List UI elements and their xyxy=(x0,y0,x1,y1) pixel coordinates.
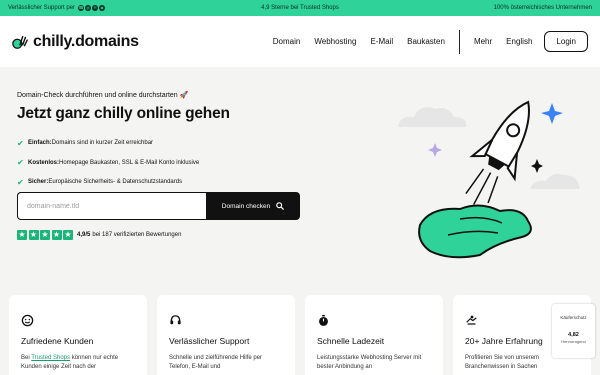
domain-search-input[interactable] xyxy=(17,192,206,220)
feature-list: ✔ Einfach: Domains sind in kurzer Zeit e… xyxy=(17,138,199,197)
sparkle-icon xyxy=(541,103,563,124)
cloud-icon xyxy=(530,173,580,189)
headset-icon xyxy=(170,314,181,324)
nav-email[interactable]: E-Mail xyxy=(370,37,393,46)
phone-icon: ☎ xyxy=(78,5,85,11)
feature-text: Europäische Sicherheits- & Datenschutzst… xyxy=(48,179,183,185)
feature-item: ✔ Sicher: Europäische Sicherheits- & Dat… xyxy=(17,177,199,187)
check-icon: ✔ xyxy=(17,138,24,148)
star-icon: ★ xyxy=(63,230,73,240)
badge-label: Hervorragend xyxy=(561,339,586,344)
chat-icon: ✉ xyxy=(92,5,99,11)
nav-mehr[interactable]: Mehr xyxy=(474,37,492,46)
trusted-shops-text: 4,9 Sterne bei Trusted Shops xyxy=(261,5,339,11)
feature-text: Domains sind in kurzer Zeit erreichbar xyxy=(51,140,154,146)
cloud-icon xyxy=(398,107,467,127)
nav-divider xyxy=(458,29,460,54)
rating-stars: ★ ★ ★ ★ ★ xyxy=(17,230,73,240)
mail-icon: @ xyxy=(85,5,92,11)
star-icon: ★ xyxy=(51,230,62,240)
domain-check-label: Domain checken xyxy=(221,202,271,210)
hero-section: Domain-Check durchführen und online durc… xyxy=(0,67,600,287)
logo-text: chilly.domains xyxy=(33,32,139,50)
nav-baukasten[interactable]: Baukasten xyxy=(407,37,445,46)
payment-icons: ☎ @ ✉ ◉ xyxy=(78,5,106,11)
rating-row: ★ ★ ★ ★ ★ 4,9/5 bei 187 verifizierten Be… xyxy=(17,230,181,240)
card-happy-customers: Zufriedene Kunden Bei Trusted Shops könn… xyxy=(9,295,147,375)
check-icon: ✔ xyxy=(17,177,24,187)
badge-value: 4,82 xyxy=(568,332,579,338)
card-text: Bei Trusted Shops können nur echte Kunde… xyxy=(21,355,119,370)
smiley-icon xyxy=(21,314,34,326)
card-text: Schnelle und zielführende Hilfe per Tele… xyxy=(169,355,263,370)
domain-search: Domain checken xyxy=(17,192,300,220)
rating-value: 4,9/5 xyxy=(77,232,91,238)
sparkle-icon xyxy=(531,159,543,173)
search-icon xyxy=(276,202,285,210)
star-icon: ★ xyxy=(40,230,50,240)
trust-cards: Zufriedene Kunden Bei Trusted Shops könn… xyxy=(9,295,591,375)
handshake-icon xyxy=(466,315,477,325)
top-info-bar: Verlässlicher Support per ☎ @ ✉ ◉ 4,9 St… xyxy=(0,0,600,16)
badge-title: Käuferschutz xyxy=(560,315,587,320)
feature-label: Sicher: xyxy=(28,179,49,185)
rocket-illustration xyxy=(398,100,580,259)
stopwatch-icon xyxy=(319,314,328,326)
feature-label: Einfach: xyxy=(28,140,52,146)
card-title: Zufriedene Kunden xyxy=(21,336,94,346)
check-icon: ✔ xyxy=(17,158,24,167)
ok-hand-logo-icon xyxy=(12,35,28,49)
company-origin-text: 100% österreichisches Unternehmen xyxy=(493,5,593,11)
support-text: Verlässlicher Support per xyxy=(8,5,76,11)
card-speed: Schnelle Ladezeit Leistungsstarke Webhos… xyxy=(305,295,443,375)
star-icon: ★ xyxy=(17,230,27,240)
card-title: Verlässlicher Support xyxy=(169,336,250,346)
star-icon: ★ xyxy=(28,230,39,240)
feature-text: Homepage Baukasten, SSL & E-Mail Konto i… xyxy=(59,159,200,166)
hero-pretitle: Domain-Check durchführen und online durc… xyxy=(17,92,189,99)
main-nav: Domain Webhosting E-Mail Baukasten Mehr … xyxy=(259,29,588,54)
rating-text: bei 187 verifizierten Bewertungen xyxy=(92,232,182,238)
nav-webhosting[interactable]: Webhosting xyxy=(314,37,356,46)
feature-item: ✔ Kostenlos: Homepage Baukasten, SSL & E… xyxy=(17,158,199,168)
site-header: chilly.domains Domain Webhosting E-Mail … xyxy=(0,16,600,67)
sparkle-icon xyxy=(428,143,442,157)
whatsapp-icon: ◉ xyxy=(99,5,106,11)
logo[interactable]: chilly.domains xyxy=(11,33,139,51)
card-title: Schnelle Ladezeit xyxy=(317,336,385,346)
hero-title: Jetzt ganz chilly online gehen xyxy=(17,105,230,122)
card-support: Verlässlicher Support Schnelle und zielf… xyxy=(157,295,295,375)
nav-domain[interactable]: Domain xyxy=(273,37,301,46)
card-text: Leistungsstarke Webhosting Server mit be… xyxy=(317,355,422,370)
nav-language[interactable]: English xyxy=(506,37,532,46)
feature-item: ✔ Einfach: Domains sind in kurzer Zeit e… xyxy=(17,138,199,148)
trusted-shops-link[interactable]: Trusted Shops xyxy=(31,355,70,361)
buyer-protection-badge[interactable]: Käuferschutz 4,82 Hervorragend xyxy=(552,304,595,358)
domain-check-button[interactable]: Domain checken xyxy=(206,192,300,220)
login-button[interactable]: Login xyxy=(544,31,588,52)
feature-label: Kostenlos: xyxy=(28,159,60,166)
